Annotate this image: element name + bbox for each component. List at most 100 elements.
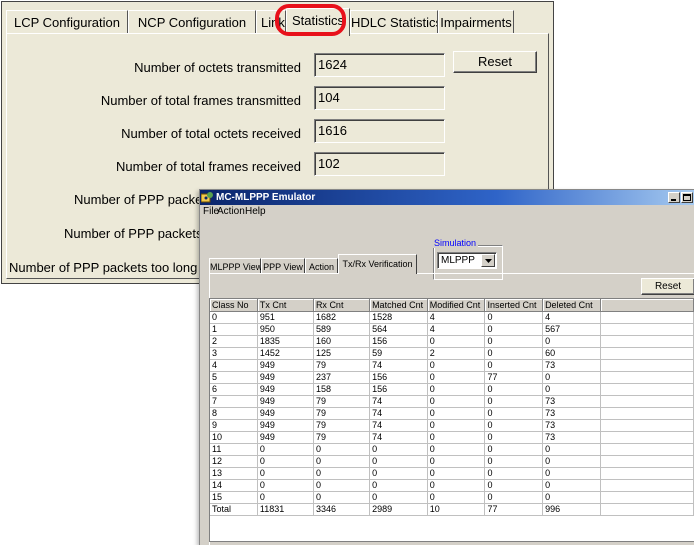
- reset-button[interactable]: Reset: [453, 51, 537, 73]
- column-header[interactable]: Deleted Cnt: [542, 299, 601, 312]
- tab-ppp-view[interactable]: PPP View: [261, 258, 305, 274]
- table-cell: 0: [257, 443, 314, 456]
- table-row[interactable]: Total 11831 3346 2989 10 77 996: [210, 503, 694, 516]
- maximize-button[interactable]: [681, 192, 693, 203]
- minimize-button[interactable]: [668, 192, 680, 203]
- table-cell: 60: [542, 347, 601, 360]
- column-header[interactable]: Matched Cnt: [369, 299, 428, 312]
- table-cell: 77: [484, 503, 544, 516]
- verification-table[interactable]: Class No Tx Cnt Rx Cnt Matched Cnt Modified …: [209, 298, 694, 542]
- table-cell: 0: [484, 335, 544, 348]
- frames-received-label: Number of total frames received: [116, 159, 301, 174]
- table-cell-empty: [600, 335, 694, 348]
- table-cell: 73: [542, 431, 601, 444]
- table-cell: 14: [210, 479, 258, 492]
- table-row[interactable]: 7 949 79 74 0 0 73: [210, 395, 694, 408]
- table-row[interactable]: 3 1452 125 59 2 0 60: [210, 347, 694, 360]
- table-row[interactable]: 5 949 237 156 0 77 0: [210, 371, 694, 384]
- table-cell: 0: [369, 491, 428, 504]
- table-cell: 0: [484, 323, 544, 336]
- table-cell-empty: [600, 407, 694, 420]
- tab-action[interactable]: Action: [305, 258, 338, 274]
- dropdown-button[interactable]: [481, 254, 495, 267]
- column-header[interactable]: Rx Cnt: [313, 299, 371, 312]
- table-cell: 0: [484, 311, 544, 324]
- table-row[interactable]: 6 949 158 156 0 0 0: [210, 383, 694, 396]
- simulation-select[interactable]: MLPPP: [437, 252, 497, 269]
- table-row[interactable]: 13 0 0 0 0 0 0: [210, 467, 694, 480]
- table-row[interactable]: 11 0 0 0 0 0 0: [210, 443, 694, 456]
- table-cell: 0: [427, 359, 486, 372]
- tab-lcp-configuration[interactable]: LCP Configuration: [6, 10, 128, 34]
- table-cell: 3346: [313, 503, 371, 516]
- tab-impairments[interactable]: Impairments: [438, 10, 514, 34]
- table-cell: 0: [427, 419, 486, 432]
- table-cell: 160: [313, 335, 371, 348]
- window-title: MC-MLPPP Emulator: [216, 192, 316, 203]
- table-cell: Total: [210, 503, 258, 516]
- octets-transmitted-label: Number of octets transmitted: [134, 60, 301, 75]
- table-row[interactable]: 14 0 0 0 0 0 0: [210, 479, 694, 492]
- tab-hdlc-statistics[interactable]: HDLC Statistics: [350, 10, 438, 34]
- table-cell: 0: [427, 431, 486, 444]
- emulator-title-bar[interactable]: MC-MLPPP Emulator: [200, 190, 694, 205]
- table-cell: 0: [210, 311, 258, 324]
- table-cell: 1835: [257, 335, 314, 348]
- table-cell: 0: [427, 479, 486, 492]
- table-cell-empty: [600, 491, 694, 504]
- table-cell-empty: [600, 371, 694, 384]
- table-row[interactable]: 9 949 79 74 0 0 73: [210, 419, 694, 432]
- table-row[interactable]: 4 949 79 74 0 0 73: [210, 359, 694, 372]
- table-cell: 950: [257, 323, 314, 336]
- table-cell: 0: [427, 455, 486, 468]
- table-row[interactable]: 10 949 79 74 0 0 73: [210, 431, 694, 444]
- minimize-icon: [671, 199, 676, 201]
- table-cell: 0: [542, 383, 601, 396]
- table-cell: 949: [257, 383, 314, 396]
- table-cell: 949: [257, 395, 314, 408]
- table-cell: 0: [484, 347, 544, 360]
- table-cell: 73: [542, 359, 601, 372]
- table-row[interactable]: 0 951 1682 1528 4 0 4: [210, 311, 694, 324]
- table-row[interactable]: 12 0 0 0 0 0 0: [210, 455, 694, 468]
- table-cell: 0: [484, 443, 544, 456]
- table-cell: 0: [484, 419, 544, 432]
- table-cell: 0: [257, 467, 314, 480]
- table-reset-button[interactable]: Reset: [641, 278, 694, 295]
- app-icon: [200, 191, 214, 204]
- table-cell-empty: [600, 419, 694, 432]
- table-cell: 11831: [257, 503, 314, 516]
- table-cell: 567: [542, 323, 601, 336]
- simulation-label: Simulation: [432, 238, 479, 248]
- table-row[interactable]: 1 950 589 564 4 0 567: [210, 323, 694, 336]
- table-cell: 0: [427, 335, 486, 348]
- tab-mlppp-view[interactable]: MLPPP View: [209, 258, 262, 274]
- column-header[interactable]: Modified Cnt: [427, 299, 486, 312]
- menu-action[interactable]: Action: [217, 206, 245, 217]
- table-row[interactable]: 15 0 0 0 0 0 0: [210, 491, 694, 504]
- table-cell: 156: [369, 383, 428, 396]
- table-row[interactable]: 2 1835 160 156 0 0 0: [210, 335, 694, 348]
- statistics-tab-highlight: [275, 4, 346, 36]
- column-header[interactable]: [600, 299, 694, 312]
- tab-tx-rx-verification[interactable]: Tx/Rx Verification: [338, 254, 417, 274]
- table-cell: 0: [427, 407, 486, 420]
- table-cell: 0: [257, 479, 314, 492]
- maximize-icon: [683, 194, 691, 201]
- table-row[interactable]: 8 949 79 74 0 0 73: [210, 407, 694, 420]
- column-header[interactable]: Class No: [210, 299, 258, 312]
- table-cell: 0: [484, 407, 544, 420]
- column-header[interactable]: Tx Cnt: [257, 299, 314, 312]
- tab-ncp-configuration[interactable]: NCP Configuration: [128, 10, 256, 34]
- table-cell: 564: [369, 323, 428, 336]
- table-cell: 13: [210, 467, 258, 480]
- table-cell: 0: [369, 479, 428, 492]
- frames-received-field: 102: [314, 152, 445, 176]
- column-header[interactable]: Inserted Cnt: [484, 299, 544, 312]
- table-cell: 949: [257, 407, 314, 420]
- table-cell: 0: [484, 479, 544, 492]
- menu-help[interactable]: Help: [245, 206, 266, 217]
- table-cell: 74: [369, 431, 428, 444]
- table-cell: 1528: [369, 311, 428, 324]
- table-cell: 949: [257, 431, 314, 444]
